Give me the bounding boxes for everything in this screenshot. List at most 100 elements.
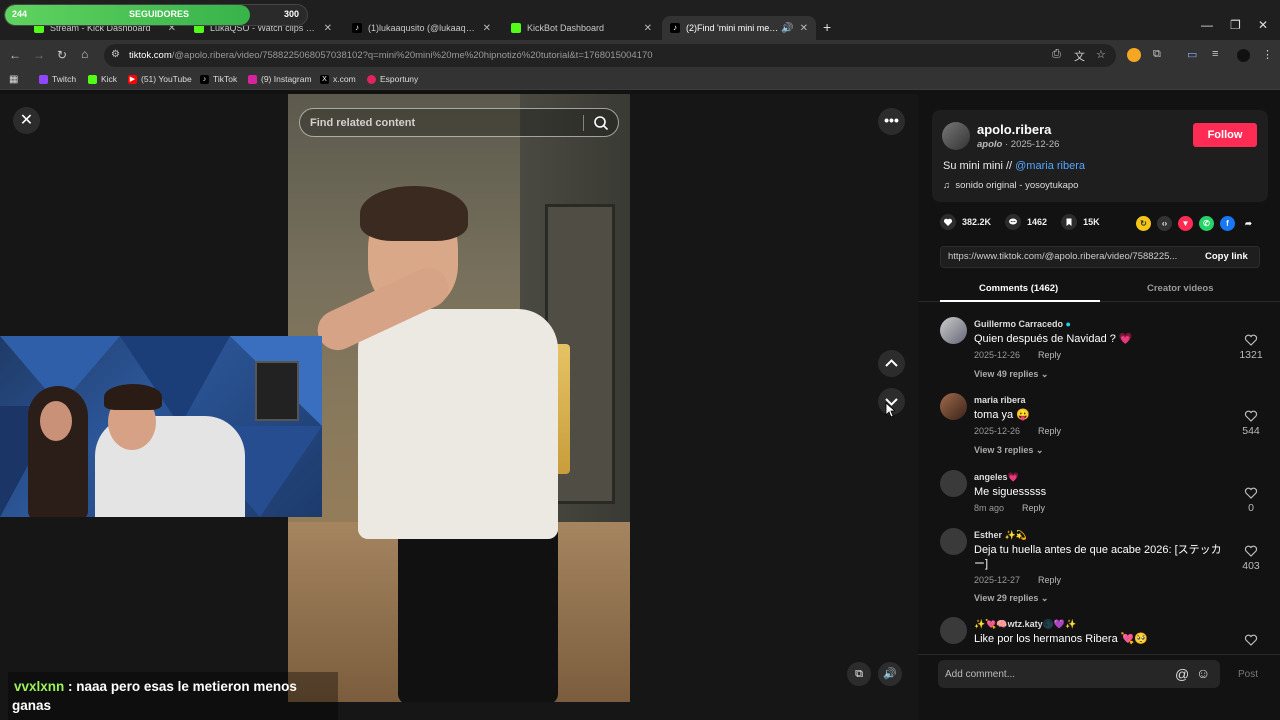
tab-creator-videos[interactable]: Creator videos [1147, 283, 1214, 294]
bookmark-tiktok[interactable]: ♪ TikTok [200, 74, 237, 84]
volume-button[interactable]: 🔊 [878, 662, 902, 686]
profile-avatar-icon[interactable] [1237, 49, 1250, 62]
comment-like-icon[interactable] [1244, 544, 1258, 558]
bookmark-instagram[interactable]: (9) Instagram [248, 74, 312, 84]
comment-like-icon[interactable] [1244, 409, 1258, 423]
extension-avatar-icon[interactable] [1127, 48, 1141, 62]
mention-at-icon[interactable]: @ [1175, 666, 1189, 682]
maximize-icon[interactable]: ❐ [1230, 18, 1241, 32]
commenter-avatar[interactable] [940, 317, 967, 344]
mention-link[interactable]: @maria ribera [1015, 160, 1085, 172]
commenter-avatar[interactable] [940, 470, 967, 497]
url-text[interactable]: tiktok.com/@apolo.ribera/video/758822506… [129, 50, 653, 61]
bookmark-youtube[interactable]: ▶ (51) YouTube [128, 74, 192, 84]
more-options-button[interactable]: ••• [878, 108, 905, 135]
facebook-icon[interactable]: f [1220, 216, 1235, 231]
previous-video-button[interactable] [878, 350, 905, 377]
reply-button[interactable]: Reply [1038, 575, 1061, 585]
view-replies-button[interactable]: View 3 replies ⌄ [974, 445, 1043, 456]
cast-icon[interactable]: ▭ [1187, 48, 1197, 61]
chat-message: vvxlxnn : naaa pero esas le metieron men… [14, 676, 324, 698]
related-search-input[interactable]: Find related content [299, 108, 619, 137]
like-button[interactable]: 382.2K [940, 214, 991, 230]
commenter-avatar[interactable] [940, 393, 967, 420]
bookmark-twitch[interactable]: Twitch [39, 74, 76, 84]
commenter-avatar[interactable] [940, 528, 967, 555]
reply-button[interactable]: Reply [1038, 426, 1061, 436]
commenter-avatar[interactable] [940, 617, 967, 644]
share-arrow-icon[interactable]: ➦ [1241, 216, 1256, 231]
send-icon[interactable]: ▼ [1178, 216, 1193, 231]
comment-like-icon[interactable] [1244, 486, 1258, 500]
comment-text: Quien después de Navidad ? 💗 [974, 333, 1133, 345]
video-player[interactable] [288, 94, 630, 702]
site-info-icon[interactable]: ⚙ [111, 49, 120, 60]
commenter-name[interactable]: Esther ✨💫 [974, 530, 1027, 541]
apps-grid-icon[interactable]: ▦ [9, 74, 18, 85]
view-replies-button[interactable]: View 49 replies ⌄ [974, 369, 1048, 380]
commenter-name[interactable]: ✨💘🧠wtz.katy🌑💜✨ [974, 619, 1076, 630]
person-hair [360, 186, 468, 241]
close-tab-icon[interactable]: ✕ [644, 23, 652, 34]
view-replies-button[interactable]: View 29 replies ⌄ [974, 593, 1048, 604]
comment-like-icon[interactable] [1244, 633, 1258, 647]
sound-link[interactable]: ♫ sonido original - yosoytukapo [943, 180, 1078, 191]
comment-like-icon[interactable] [1244, 333, 1258, 347]
media-controls-icon[interactable]: ≡ [1212, 48, 1218, 60]
close-tab-icon[interactable]: ✕ [483, 23, 491, 34]
post-comment-button[interactable]: Post [1238, 669, 1258, 680]
home-icon[interactable]: ⌂ [81, 47, 88, 61]
comment-button[interactable]: 1462 [1005, 214, 1047, 230]
author-avatar[interactable] [942, 122, 970, 150]
minimize-icon[interactable]: — [1201, 18, 1213, 32]
close-video-button[interactable]: ✕ [13, 107, 40, 134]
music-note-icon: ♫ [943, 180, 951, 191]
video-link-text[interactable]: https://www.tiktok.com/@apolo.ribera/vid… [948, 251, 1192, 262]
back-icon[interactable]: ← [9, 48, 21, 62]
bookmarks-bar: ▦ Twitch Kick ▶ (51) YouTube ♪ TikTok (9) … [0, 70, 1280, 90]
commenter-name[interactable]: Guillermo Carracedo ● [974, 319, 1071, 329]
emoji-icon[interactable]: ☺ [1196, 665, 1210, 681]
embed-icon[interactable]: ‹› [1157, 216, 1172, 231]
bookmark-esportuny[interactable]: Esportuny [367, 74, 418, 84]
speaker-icon[interactable]: 🔊 [781, 23, 793, 34]
tab-tiktok-search-active[interactable]: ♪ (2)Find 'mini mini me hipno 🔊 ✕ [662, 16, 816, 40]
close-tab-icon[interactable]: ✕ [800, 23, 808, 34]
comment-like-count: 544 [1242, 425, 1260, 437]
install-app-icon[interactable]: ⎙ [1052, 48, 1061, 61]
close-window-icon[interactable]: ✕ [1258, 18, 1268, 32]
repost-icon[interactable]: ↻ [1136, 216, 1151, 231]
tab-comments[interactable]: Comments (1462) [979, 283, 1058, 294]
new-tab-button[interactable]: + [823, 19, 831, 35]
bookmark-label: TikTok [213, 74, 238, 84]
bookmark-label: Twitch [52, 74, 77, 84]
author-handle[interactable]: apolo.ribera [977, 122, 1051, 137]
tab-tiktok-profile[interactable]: ♪ (1)lukaaqusito (@lukaaqusito) | ✕ [344, 16, 499, 40]
reply-button[interactable]: Reply [1038, 350, 1061, 360]
whatsapp-icon[interactable]: ✆ [1199, 216, 1214, 231]
forward-icon[interactable]: → [33, 48, 45, 62]
bookmark-x[interactable]: Xx.com [320, 74, 356, 84]
person-pants [398, 524, 558, 702]
translate-icon[interactable]: 文 [1074, 48, 1085, 64]
picture-in-picture-button[interactable]: ⧉ [847, 662, 871, 686]
reload-icon[interactable]: ↻ [57, 48, 67, 62]
comment-meta: 8m ago Reply [974, 503, 1045, 513]
menu-icon[interactable]: ⋮ [1262, 48, 1273, 61]
extensions-icon[interactable]: ⧉ [1153, 48, 1161, 61]
close-tab-icon[interactable]: ✕ [324, 23, 332, 34]
reply-button[interactable]: Reply [1022, 503, 1045, 513]
post-date: 2025-12-26 [1010, 139, 1060, 150]
save-button[interactable]: 15K [1061, 214, 1100, 230]
copy-link-button[interactable]: Copy link [1205, 251, 1248, 262]
tab-kickbot-dashboard[interactable]: KickBot Dashboard ✕ [503, 16, 660, 40]
follow-button[interactable]: Follow [1193, 123, 1257, 147]
commenter-name[interactable]: angeles💗 [974, 472, 1019, 483]
commenter-name[interactable]: maria ribera [974, 395, 1026, 405]
bookmark-star-icon[interactable]: ☆ [1096, 48, 1106, 61]
follower-goal: 300 [284, 9, 300, 19]
bookmark-kick[interactable]: Kick [88, 74, 117, 84]
chat-text-continued: ganas [12, 698, 52, 713]
url-domain: tiktok.com [129, 50, 172, 61]
search-icon[interactable] [593, 115, 609, 131]
